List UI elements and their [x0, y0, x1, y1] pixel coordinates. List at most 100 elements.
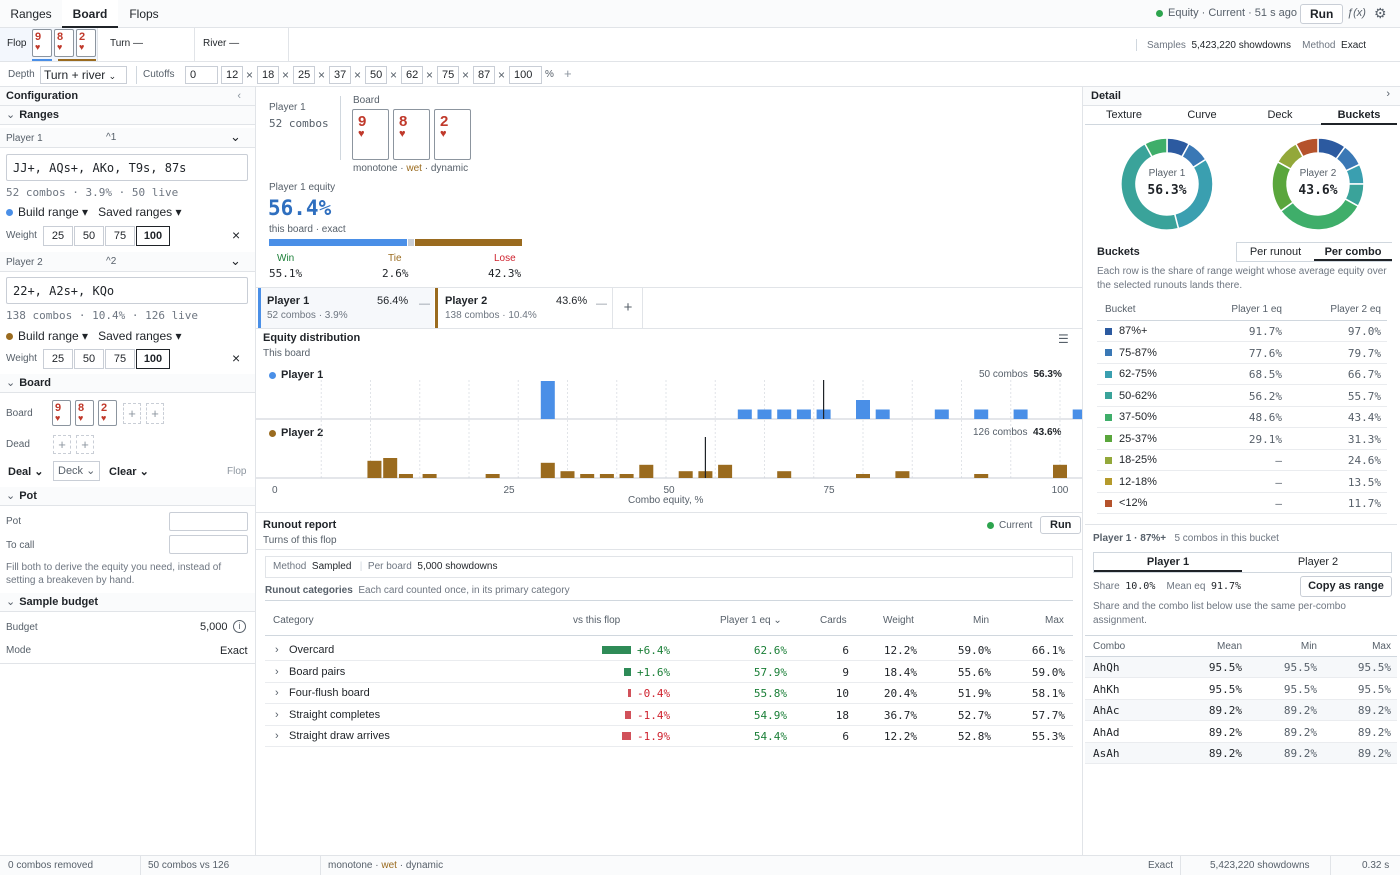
ranges-header[interactable]: ⌄ Ranges	[0, 106, 255, 125]
cutoff-input[interactable]: 25	[293, 66, 315, 84]
close-icon[interactable]: ×	[390, 66, 397, 84]
board-card-3[interactable]: 2 ♥	[98, 400, 117, 426]
chevron-right-icon[interactable]: ›	[275, 730, 279, 742]
budget-header[interactable]: ⌄ Sample budget	[0, 593, 255, 612]
cutoff-input[interactable]: 100	[509, 66, 542, 84]
cutoff-input[interactable]: 18	[257, 66, 279, 84]
tab-ranges[interactable]: Ranges	[0, 0, 62, 28]
board-header[interactable]: ⌄ Board	[0, 374, 255, 393]
chevron-down-icon[interactable]: ⌄	[230, 129, 241, 145]
weight-100[interactable]: 100	[136, 226, 170, 246]
deck-select[interactable]: Deck ⌄	[53, 461, 100, 481]
run-button[interactable]: Run	[1300, 4, 1344, 24]
bucket-row[interactable]: 18-25% — 24.6%	[1097, 450, 1387, 471]
tab-deck[interactable]: Deck	[1241, 109, 1319, 121]
bucket-row[interactable]: 87%+ 91.7% 97.0%	[1097, 321, 1387, 342]
mode-value[interactable]: Exact	[220, 645, 248, 657]
settings-sliders-icon[interactable]: ☰	[1058, 332, 1069, 346]
info-icon[interactable]: i	[233, 620, 246, 633]
weight-75[interactable]: 75	[105, 349, 135, 369]
per-combo-button[interactable]: Per combo	[1314, 243, 1392, 261]
gear-icon[interactable]: ⚙	[1374, 5, 1387, 22]
tab-buckets[interactable]: Buckets	[1321, 106, 1397, 125]
close-icon[interactable]: ×	[282, 66, 289, 84]
weight-50[interactable]: 50	[74, 349, 104, 369]
bucket-tab-player2[interactable]: Player 2	[1244, 556, 1392, 568]
tab-curve[interactable]: Curve	[1163, 109, 1241, 121]
close-icon[interactable]: ×	[462, 66, 469, 84]
chevron-right-icon[interactable]: ›	[275, 666, 279, 678]
col-vs-flop[interactable]: vs this flop	[573, 615, 620, 626]
table-row[interactable]: › Straight completes -1.4% 54.9% 18 36.7% 52.7…	[265, 705, 1073, 726]
cutoff-input[interactable]: 62	[401, 66, 423, 84]
weight-50[interactable]: 50	[74, 226, 104, 246]
board-card-2[interactable]: 8 ♥	[75, 400, 94, 426]
per-runout-button[interactable]: Per runout	[1237, 246, 1314, 258]
pot-input[interactable]	[169, 512, 248, 531]
cutoff-input[interactable]: 37	[329, 66, 351, 84]
chevron-left-icon[interactable]: ‹	[237, 87, 241, 106]
col-category[interactable]: Category	[273, 615, 314, 626]
add-player-button[interactable]: +	[614, 288, 643, 328]
cutoff-input[interactable]: 12	[221, 66, 243, 84]
bucket-row[interactable]: 50-62% 56.2% 55.7%	[1097, 386, 1387, 407]
add-dead-card[interactable]: +	[53, 435, 71, 454]
cutoff-input[interactable]: 75	[437, 66, 459, 84]
add-dead-card[interactable]: +	[76, 435, 94, 454]
saved-ranges-button[interactable]: Saved ranges ▾	[98, 329, 181, 343]
flop-card-2[interactable]: 8 ♥	[54, 29, 74, 57]
pot-header[interactable]: ⌄ Pot	[0, 487, 255, 506]
flop-card-1[interactable]: 9 ♥	[32, 29, 52, 57]
chevron-right-icon[interactable]: ›	[275, 644, 279, 656]
combo-row[interactable]: AhAc 89.2% 89.2% 89.2%	[1085, 700, 1397, 721]
weight-75[interactable]: 75	[105, 226, 135, 246]
table-row[interactable]: › Straight draw arrives -1.9% 54.4% 6 12.2% 52…	[265, 726, 1073, 747]
close-icon[interactable]: ×	[498, 66, 505, 84]
cutoff-input[interactable]: 0	[185, 66, 218, 84]
saved-ranges-button[interactable]: Saved ranges ▾	[98, 205, 181, 219]
weight-100[interactable]: 100	[136, 349, 170, 369]
board-card-1[interactable]: 9 ♥	[52, 400, 71, 426]
combo-row[interactable]: AhAd 89.2% 89.2% 89.2%	[1085, 722, 1397, 743]
chevron-right-icon[interactable]: ›	[1386, 88, 1390, 100]
tab-flops[interactable]: Flops	[118, 0, 170, 28]
table-row[interactable]: › Four-flush board -0.4% 55.8% 10 20.4% 51.9% 5…	[265, 683, 1073, 704]
bucket-row[interactable]: 75-87% 77.6% 79.7%	[1097, 343, 1387, 364]
street-river[interactable]: River —	[195, 28, 289, 61]
player2-range-input[interactable]: 22+, A2s+, KQo	[6, 277, 248, 304]
tab-board[interactable]: Board	[62, 0, 118, 28]
col-weight[interactable]: Weight	[883, 615, 914, 626]
flop-card-3[interactable]: 2 ♥	[76, 29, 96, 57]
bucket-row[interactable]: 12-18% — 13.5%	[1097, 472, 1387, 493]
player1-range-input[interactable]: JJ+, AQs+, AKo, T9s, 87s	[6, 154, 248, 181]
col-cards[interactable]: Cards	[820, 615, 847, 626]
build-range-button[interactable]: Build range ▾	[18, 329, 88, 343]
tab-texture[interactable]: Texture	[1085, 109, 1163, 121]
add-turn-card[interactable]: +	[123, 403, 141, 424]
depth-select[interactable]: Turn + river ⌄	[40, 66, 127, 84]
close-icon[interactable]: ×	[232, 227, 240, 243]
copy-as-range-button[interactable]: Copy as range	[1300, 576, 1392, 597]
formula-button[interactable]: ƒ(x)	[1347, 7, 1366, 19]
weight-25[interactable]: 25	[43, 349, 73, 369]
cutoff-input[interactable]: 87	[473, 66, 495, 84]
remove-player2[interactable]: —	[596, 298, 607, 310]
close-icon[interactable]: ×	[354, 66, 361, 84]
bucket-row[interactable]: 37-50% 48.6% 43.4%	[1097, 407, 1387, 428]
col-max[interactable]: Max	[1045, 615, 1064, 626]
col-player1-eq[interactable]: Player 1 eq ⌄	[720, 615, 782, 626]
build-range-button[interactable]: Build range ▾	[18, 205, 88, 219]
chevron-right-icon[interactable]: ›	[275, 687, 279, 699]
table-row[interactable]: › Overcard +6.4% 62.6% 6 12.2% 59.0% 66.1%	[265, 640, 1073, 661]
weight-25[interactable]: 25	[43, 226, 73, 246]
col-min[interactable]: Min	[973, 615, 989, 626]
tocall-input[interactable]	[169, 535, 248, 554]
chevron-down-icon[interactable]: ⌄	[230, 253, 241, 269]
close-icon[interactable]: ×	[318, 66, 325, 84]
cutoff-input[interactable]: 50	[365, 66, 387, 84]
bucket-row[interactable]: 62-75% 68.5% 66.7%	[1097, 364, 1387, 385]
close-icon[interactable]: ×	[246, 66, 253, 84]
budget-value[interactable]: 5,000	[200, 621, 228, 633]
combo-row[interactable]: AhKh 95.5% 95.5% 95.5%	[1085, 679, 1397, 700]
bucket-row[interactable]: 25-37% 29.1% 31.3%	[1097, 429, 1387, 450]
